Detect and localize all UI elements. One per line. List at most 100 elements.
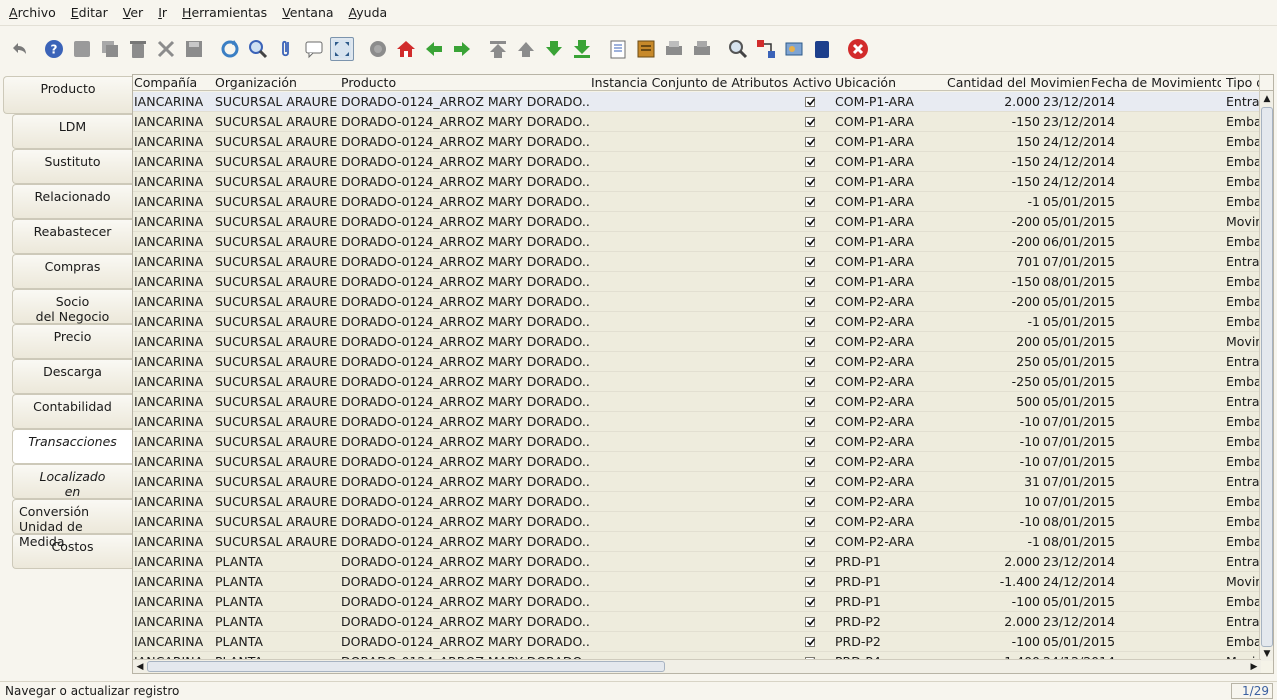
vertical-scroll-thumb[interactable]	[1261, 107, 1273, 647]
scroll-down-icon[interactable]: ▼	[1260, 647, 1273, 661]
copy-record-icon[interactable]	[98, 37, 122, 61]
menu-herramientas[interactable]: Herramientas	[177, 5, 272, 20]
history-icon[interactable]	[366, 37, 390, 61]
activo-checkbox[interactable]	[805, 197, 816, 207]
activo-checkbox[interactable]	[805, 437, 816, 447]
col-compania-header[interactable]: Compañía	[134, 75, 214, 91]
table-row[interactable]: IANCARINA SUCURSAL ARAURE DORADO-0124_ARRO…	[133, 492, 1261, 512]
activo-checkbox[interactable]	[805, 597, 816, 607]
col-ubicacion-header[interactable]: Ubicación	[835, 75, 945, 91]
tab-socio-del-negocio[interactable]: Socio del Negocio	[12, 289, 132, 324]
table-row[interactable]: IANCARINA SUCURSAL ARAURE DORADO-0124_ARRO…	[133, 352, 1261, 372]
record-count[interactable]: 1/29	[1231, 683, 1273, 699]
tab-contabilidad[interactable]: Contabilidad	[12, 394, 132, 429]
activo-checkbox[interactable]	[805, 557, 816, 567]
tab-transacciones[interactable]: Transacciones	[12, 429, 132, 464]
activo-checkbox[interactable]	[805, 337, 816, 347]
table-row[interactable]: IANCARINA SUCURSAL ARAURE DORADO-0124_ARRO…	[133, 292, 1261, 312]
table-row[interactable]: IANCARINA PLANTA DORADO-0124_ARROZ MARY DO…	[133, 632, 1261, 652]
activo-checkbox[interactable]	[805, 577, 816, 587]
activo-checkbox[interactable]	[805, 637, 816, 647]
table-row[interactable]: IANCARINA SUCURSAL ARAURE DORADO-0124_ARRO…	[133, 432, 1261, 452]
tab-sustituto[interactable]: Sustituto	[12, 149, 132, 184]
save-icon[interactable]	[182, 37, 206, 61]
next-record-icon[interactable]	[542, 37, 566, 61]
tab-producto[interactable]: Producto	[3, 76, 132, 114]
first-record-icon[interactable]	[486, 37, 510, 61]
chat-icon[interactable]	[302, 37, 326, 61]
table-row[interactable]: IANCARINA SUCURSAL ARAURE DORADO-0124_ARRO…	[133, 472, 1261, 492]
activo-checkbox[interactable]	[805, 497, 816, 507]
activo-checkbox[interactable]	[805, 177, 816, 187]
column-menu-button[interactable]	[1260, 75, 1273, 91]
product-info-icon[interactable]	[810, 37, 834, 61]
activo-checkbox[interactable]	[805, 517, 816, 527]
menu-archivo[interactable]: Archivo	[4, 5, 61, 20]
activo-checkbox[interactable]	[805, 397, 816, 407]
col-organizacion-header[interactable]: Organización	[215, 75, 339, 91]
print-icon[interactable]	[690, 37, 714, 61]
tab-localizado-en[interactable]: Localizado en	[12, 464, 132, 499]
archive-icon[interactable]	[634, 37, 658, 61]
close-window-icon[interactable]	[846, 37, 870, 61]
table-row[interactable]: IANCARINA SUCURSAL ARAURE DORADO-0124_ARRO…	[133, 392, 1261, 412]
print-preview-icon[interactable]	[662, 37, 686, 61]
activo-checkbox[interactable]	[805, 137, 816, 147]
table-row[interactable]: IANCARINA PLANTA DORADO-0124_ARROZ MARY DO…	[133, 572, 1261, 592]
activo-checkbox[interactable]	[805, 617, 816, 627]
col-instancia-header[interactable]: Instancia Conjunto de Atributos	[591, 75, 789, 91]
menu-ver[interactable]: Ver	[118, 5, 148, 20]
activo-checkbox[interactable]	[805, 537, 816, 547]
table-row[interactable]: IANCARINA SUCURSAL ARAURE DORADO-0124_ARRO…	[133, 332, 1261, 352]
table-row[interactable]: IANCARINA SUCURSAL ARAURE DORADO-0124_ARRO…	[133, 92, 1261, 112]
refresh-icon[interactable]	[218, 37, 242, 61]
table-row[interactable]: IANCARINA PLANTA DORADO-0124_ARROZ MARY DO…	[133, 592, 1261, 612]
table-row[interactable]: IANCARINA SUCURSAL ARAURE DORADO-0124_ARRO…	[133, 272, 1261, 292]
detail-record-icon[interactable]	[450, 37, 474, 61]
tab-reabastecer[interactable]: Reabastecer	[12, 219, 132, 254]
table-row[interactable]: IANCARINA SUCURSAL ARAURE DORADO-0124_ARRO…	[133, 112, 1261, 132]
table-row[interactable]: IANCARINA SUCURSAL ARAURE DORADO-0124_ARRO…	[133, 132, 1261, 152]
attachment-icon[interactable]	[274, 37, 298, 61]
grid-toggle-icon[interactable]	[330, 37, 354, 61]
table-row[interactable]: IANCARINA SUCURSAL ARAURE DORADO-0124_ARRO…	[133, 312, 1261, 332]
scroll-up-icon[interactable]: ▲	[1260, 92, 1273, 106]
table-row[interactable]: IANCARINA PLANTA DORADO-0124_ARROZ MARY DO…	[133, 612, 1261, 632]
menu-ayuda[interactable]: Ayuda	[344, 5, 393, 20]
col-activo-header[interactable]: Activo	[793, 75, 833, 91]
table-row[interactable]: IANCARINA SUCURSAL ARAURE DORADO-0124_ARRO…	[133, 512, 1261, 532]
activo-checkbox[interactable]	[805, 317, 816, 327]
workflow-icon[interactable]	[754, 37, 778, 61]
scroll-left-icon[interactable]: ◀	[133, 660, 147, 673]
last-record-icon[interactable]	[570, 37, 594, 61]
delete-selection-icon[interactable]	[154, 37, 178, 61]
activo-checkbox[interactable]	[805, 117, 816, 127]
tab-relacionado[interactable]: Relacionado	[12, 184, 132, 219]
col-fecha-header[interactable]: Fecha de Movimiento	[1091, 75, 1221, 91]
table-row[interactable]: IANCARINA SUCURSAL ARAURE DORADO-0124_ARRO…	[133, 192, 1261, 212]
activo-checkbox[interactable]	[805, 277, 816, 287]
activo-checkbox[interactable]	[805, 237, 816, 247]
scroll-right-icon[interactable]: ▶	[1247, 660, 1261, 673]
find-icon[interactable]	[246, 37, 270, 61]
help-icon[interactable]: ?	[42, 37, 66, 61]
menu-ventana[interactable]: Ventana	[277, 5, 338, 20]
col-producto-header[interactable]: Producto	[341, 75, 589, 91]
table-row[interactable]: IANCARINA SUCURSAL ARAURE DORADO-0124_ARRO…	[133, 232, 1261, 252]
table-row[interactable]: IANCARINA SUCURSAL ARAURE DORADO-0124_ARRO…	[133, 412, 1261, 432]
activo-checkbox[interactable]	[805, 357, 816, 367]
table-row[interactable]: IANCARINA SUCURSAL ARAURE DORADO-0124_ARRO…	[133, 372, 1261, 392]
table-row[interactable]: IANCARINA SUCURSAL ARAURE DORADO-0124_ARRO…	[133, 172, 1261, 192]
tab-descarga[interactable]: Descarga	[12, 359, 132, 394]
table-row[interactable]: IANCARINA SUCURSAL ARAURE DORADO-0124_ARRO…	[133, 152, 1261, 172]
previous-record-icon[interactable]	[514, 37, 538, 61]
tab-conversion-unidad-de-medida[interactable]: Conversión Unidad de Medida	[12, 499, 132, 549]
tab-precio[interactable]: Precio	[12, 324, 132, 359]
activo-checkbox[interactable]	[805, 457, 816, 467]
horizontal-scrollbar[interactable]: ◀ ▶	[133, 659, 1261, 673]
menu-ir[interactable]: Ir	[153, 5, 172, 20]
tab-ldm[interactable]: LDM	[12, 114, 132, 149]
activo-checkbox[interactable]	[805, 257, 816, 267]
col-cantidad-header[interactable]: Cantidad del Movimiento	[947, 75, 1089, 91]
new-record-icon[interactable]	[70, 37, 94, 61]
